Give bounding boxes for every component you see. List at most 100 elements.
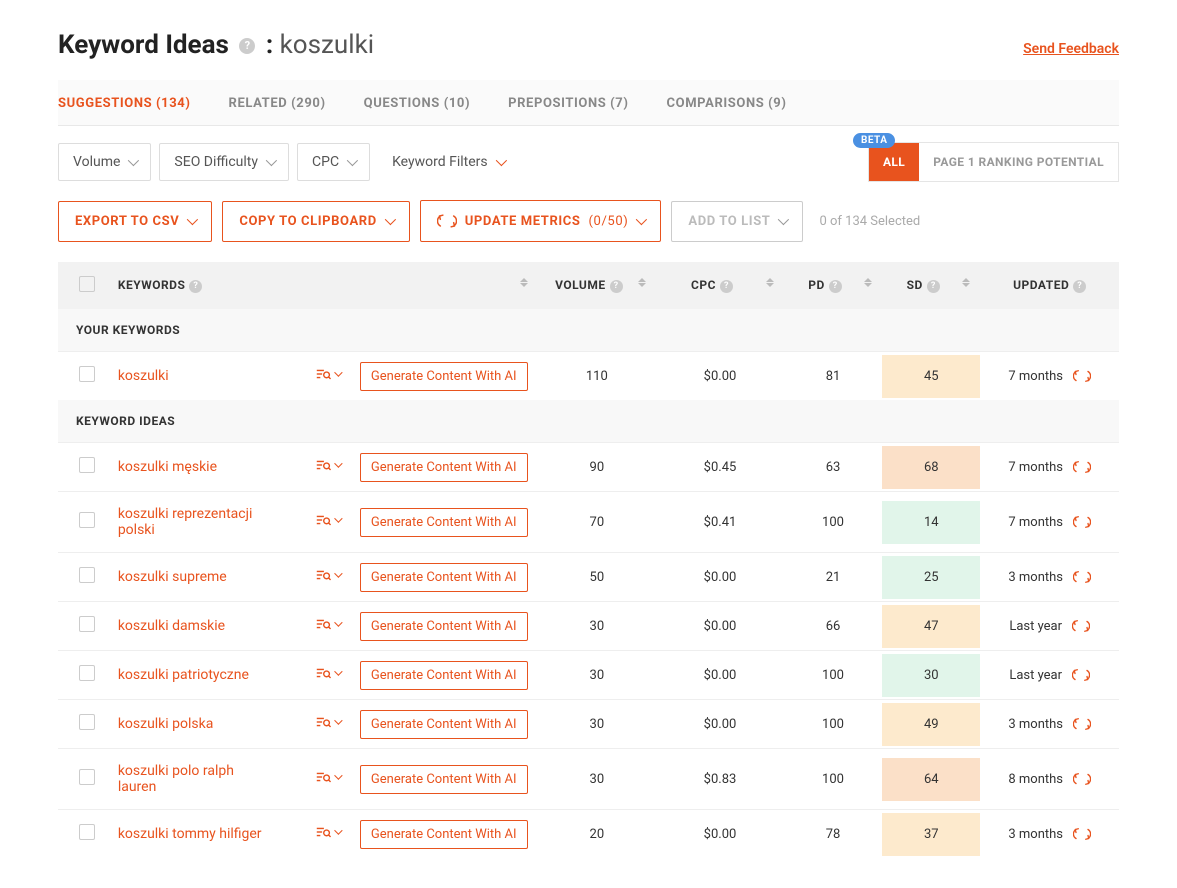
volume-cell: 90 — [538, 443, 657, 492]
generate-ai-button[interactable]: Generate Content With AI — [360, 362, 528, 391]
tab-3[interactable]: PREPOSITIONS (7) — [508, 96, 628, 111]
keyword-link[interactable]: koszulki męskie — [118, 459, 217, 475]
page-title: Keyword Ideas ? : koszulki — [58, 30, 374, 60]
updated-text: 7 months — [1008, 369, 1063, 384]
drill-down-icon[interactable] — [315, 825, 340, 839]
keyword-link[interactable]: koszulki tommy hilfiger — [118, 826, 262, 842]
tab-4[interactable]: COMPARISONS (9) — [667, 96, 787, 111]
keyword-link[interactable]: koszulki supreme — [118, 569, 227, 585]
refresh-icon[interactable] — [1073, 772, 1091, 786]
row-checkbox[interactable] — [79, 714, 95, 730]
sort-icon[interactable] — [962, 278, 970, 287]
row-checkbox[interactable] — [79, 769, 95, 785]
updated-text: Last year — [1009, 619, 1062, 634]
col-cpc[interactable]: CPC? — [656, 262, 784, 309]
help-icon[interactable]: ? — [720, 280, 733, 293]
generate-ai-button[interactable]: Generate Content With AI — [360, 612, 528, 641]
col-sd[interactable]: SD? — [882, 262, 980, 309]
generate-ai-button[interactable]: Generate Content With AI — [360, 820, 528, 849]
seo-difficulty-filter[interactable]: SEO Difficulty — [159, 143, 289, 181]
view-ranking-button[interactable]: PAGE 1 RANKING POTENTIAL — [919, 143, 1118, 181]
row-checkbox[interactable] — [79, 512, 95, 528]
refresh-icon[interactable] — [1073, 570, 1091, 584]
sort-icon[interactable] — [766, 278, 774, 287]
keyword-filters[interactable]: Keyword Filters — [378, 144, 518, 180]
row-checkbox[interactable] — [79, 824, 95, 840]
keyword-link[interactable]: koszulki patriotyczne — [118, 667, 249, 683]
drill-down-icon[interactable] — [315, 568, 340, 582]
volume-cell: 70 — [538, 492, 657, 553]
help-icon[interactable]: ? — [610, 280, 623, 293]
drill-down-icon[interactable] — [315, 367, 340, 381]
update-metrics-button[interactable]: UPDATE METRICS (0/50) — [420, 200, 662, 242]
generate-ai-button[interactable]: Generate Content With AI — [360, 563, 528, 592]
query-text: koszulki — [280, 30, 374, 60]
table-row: koszulki patriotyczne Generate Content Wi… — [58, 651, 1119, 700]
generate-ai-button[interactable]: Generate Content With AI — [360, 453, 528, 482]
row-checkbox[interactable] — [79, 457, 95, 473]
cpc-filter[interactable]: CPC — [297, 143, 370, 181]
help-icon[interactable]: ? — [239, 38, 255, 54]
updated-text: 3 months — [1008, 827, 1063, 842]
keyword-link[interactable]: koszulki reprezentacji polski — [118, 506, 268, 538]
row-checkbox[interactable] — [79, 616, 95, 632]
refresh-icon[interactable] — [1073, 369, 1091, 383]
help-icon[interactable]: ? — [1073, 280, 1086, 293]
refresh-icon[interactable] — [1073, 827, 1091, 841]
copy-clipboard-button[interactable]: COPY TO CLIPBOARD — [222, 201, 409, 242]
row-checkbox[interactable] — [79, 665, 95, 681]
col-volume[interactable]: VOLUME? — [538, 262, 657, 309]
drill-down-icon[interactable] — [315, 770, 340, 784]
pd-cell: 21 — [784, 553, 882, 602]
keyword-link[interactable]: koszulki — [118, 368, 169, 384]
row-checkbox[interactable] — [79, 567, 95, 583]
view-all-button[interactable]: ALL — [869, 143, 919, 181]
sort-icon[interactable] — [520, 278, 528, 287]
section-header: YOUR KEYWORDS — [58, 309, 1119, 352]
pd-cell: 100 — [784, 651, 882, 700]
refresh-icon[interactable] — [1073, 717, 1091, 731]
row-checkbox[interactable] — [79, 366, 95, 382]
table-row: koszulki damskie Generate Content With AI… — [58, 602, 1119, 651]
help-icon[interactable]: ? — [189, 280, 202, 293]
refresh-icon[interactable] — [1073, 460, 1091, 474]
col-pd[interactable]: PD? — [784, 262, 882, 309]
chevron-down-icon — [495, 155, 506, 166]
volume-filter[interactable]: Volume — [58, 143, 151, 181]
tab-0[interactable]: SUGGESTIONS (134) — [58, 96, 191, 111]
drill-down-icon[interactable] — [315, 666, 340, 680]
help-icon[interactable]: ? — [927, 280, 940, 293]
sort-icon[interactable] — [638, 278, 646, 287]
refresh-icon[interactable] — [1073, 515, 1091, 529]
generate-ai-button[interactable]: Generate Content With AI — [360, 661, 528, 690]
generate-ai-button[interactable]: Generate Content With AI — [360, 508, 528, 537]
select-all-checkbox[interactable] — [79, 276, 95, 292]
col-keywords[interactable]: KEYWORDS? — [108, 262, 538, 309]
tab-1[interactable]: RELATED (290) — [229, 96, 326, 111]
help-icon[interactable]: ? — [829, 280, 842, 293]
sort-icon[interactable] — [864, 278, 872, 287]
chevron-down-icon — [778, 214, 789, 225]
pd-cell: 78 — [784, 810, 882, 859]
drill-down-icon[interactable] — [315, 458, 340, 472]
refresh-icon[interactable] — [1072, 668, 1090, 682]
drill-down-icon[interactable] — [315, 513, 340, 527]
refresh-icon[interactable] — [1072, 619, 1090, 633]
cpc-cell: $0.45 — [656, 443, 784, 492]
drill-down-icon[interactable] — [315, 715, 340, 729]
tab-2[interactable]: QUESTIONS (10) — [364, 96, 471, 111]
send-feedback-link[interactable]: Send Feedback — [1023, 41, 1119, 57]
keyword-link[interactable]: koszulki damskie — [118, 618, 225, 634]
sd-cell: 64 — [882, 758, 980, 801]
export-csv-button[interactable]: EXPORT TO CSV — [58, 201, 212, 242]
col-updated[interactable]: UPDATED? — [980, 262, 1119, 309]
generate-ai-button[interactable]: Generate Content With AI — [360, 765, 528, 794]
refresh-icon — [437, 213, 457, 229]
pd-cell: 81 — [784, 352, 882, 401]
selection-count: 0 of 134 Selected — [819, 214, 920, 229]
keyword-link[interactable]: koszulki polska — [118, 716, 214, 732]
keyword-link[interactable]: koszulki polo ralph lauren — [118, 763, 268, 795]
add-to-list-button[interactable]: ADD TO LIST — [671, 201, 803, 242]
drill-down-icon[interactable] — [315, 617, 340, 631]
generate-ai-button[interactable]: Generate Content With AI — [360, 710, 528, 739]
